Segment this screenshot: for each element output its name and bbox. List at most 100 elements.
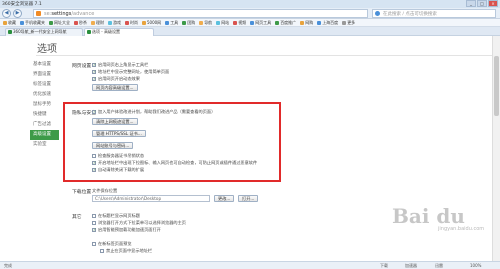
sidebar-item-optimize[interactable]: 优化加速 bbox=[30, 90, 59, 100]
checkbox-web-toolbar[interactable]: ✓ 启用网页右上角显示工具栏 bbox=[92, 62, 148, 68]
search-placeholder: 在此搜索 / 点击可切换搜索 bbox=[383, 12, 437, 17]
bookmark-item[interactable]: 更多 bbox=[342, 20, 355, 26]
web-content-advanced-button[interactable]: 网页内容高级设置... bbox=[92, 84, 138, 91]
bookmark-item[interactable]: 网站 bbox=[216, 20, 229, 26]
status-bar: 完成 下载 加速器 迅雷 100% bbox=[0, 261, 500, 269]
status-download[interactable]: 下载 bbox=[380, 263, 388, 269]
bookmark-item[interactable]: 百度推广 bbox=[275, 20, 296, 26]
status-text: 完成 bbox=[4, 263, 12, 268]
address-text: se:settings/advance bbox=[44, 11, 95, 17]
bookmark-icon bbox=[250, 20, 255, 25]
sidebar-item-tabs[interactable]: 标签设置 bbox=[30, 80, 59, 90]
close-button[interactable]: × bbox=[488, 0, 498, 7]
bookmark-item[interactable]: 游戏 bbox=[108, 20, 121, 26]
bookmark-item[interactable]: 网页工具 bbox=[250, 20, 271, 26]
bookmark-item[interactable]: 工具 bbox=[165, 20, 178, 26]
status-accelerator[interactable]: 加速器 bbox=[405, 263, 417, 269]
checkbox-icon bbox=[92, 214, 96, 218]
title-bar: 360安全浏览器 7.1 _ □ × bbox=[0, 0, 500, 8]
bookmark-item[interactable]: 视频 bbox=[233, 20, 246, 26]
bookmark-item[interactable]: 网购 bbox=[300, 20, 313, 26]
change-path-button[interactable]: 更改... bbox=[214, 195, 235, 202]
tab-navigation[interactable]: 360导航_新一代安全上网导航 bbox=[5, 28, 83, 36]
baidu-watermark: Bai du bbox=[392, 204, 465, 228]
bookmark-icon bbox=[233, 20, 238, 25]
checkbox-icon: ✓ bbox=[92, 62, 97, 67]
page-title: 选项 bbox=[37, 44, 57, 55]
bookmark-item[interactable]: 团购 bbox=[182, 20, 195, 26]
bookmark-icon bbox=[91, 20, 95, 25]
bookmark-item[interactable]: 收藏 bbox=[3, 20, 16, 26]
checkbox-icon: ✓ bbox=[92, 227, 97, 232]
bookmark-icon bbox=[317, 20, 322, 25]
maximize-button[interactable]: □ bbox=[477, 0, 487, 7]
bookmark-item[interactable]: 时尚 bbox=[125, 20, 138, 26]
status-thunder[interactable]: 迅雷 bbox=[435, 263, 443, 269]
sidebar-item-basic[interactable]: 基本设置 bbox=[30, 60, 59, 70]
checkbox-icon: ✓ bbox=[92, 76, 97, 81]
sidebar-item-ad-filter[interactable]: 广告过滤 bbox=[30, 120, 59, 130]
bookmark-icon bbox=[20, 20, 24, 25]
bookmark-item[interactable]: 上海百度 bbox=[317, 20, 338, 26]
tab-favicon-icon bbox=[87, 30, 91, 34]
bookmark-icon bbox=[199, 20, 204, 25]
bookmark-item[interactable]: 导航 bbox=[199, 20, 212, 26]
open-path-button[interactable]: 打开... bbox=[238, 195, 259, 202]
sidebar-item-mouse-gestures[interactable]: 鼠标手势 bbox=[30, 100, 59, 110]
checkbox-tab-preview[interactable]: 在新标签页面预览 bbox=[92, 241, 132, 247]
bookmark-icon bbox=[125, 20, 129, 25]
tab-settings[interactable]: 选项 - 高级设置 bbox=[84, 28, 154, 36]
address-bar[interactable]: se:settings/advance bbox=[33, 9, 368, 18]
tab-bar: 360导航_新一代安全上网导航 选项 - 高级设置 bbox=[0, 27, 500, 36]
checkbox-web-animation[interactable]: ✓ 启用网页开启动态效果 bbox=[92, 76, 140, 82]
sidebar-item-advanced[interactable]: 高级设置 bbox=[30, 130, 59, 140]
tab-favicon-icon bbox=[8, 30, 12, 34]
bookmark-icon bbox=[182, 20, 187, 25]
checkbox-preload[interactable]: ✓ 启用智能预加载功能加速页面打开 bbox=[92, 227, 161, 233]
forward-button[interactable]: ▶ bbox=[13, 9, 22, 18]
checkbox-icon bbox=[100, 249, 104, 253]
checkbox-title-bar[interactable]: 在标题栏显示网页标题 bbox=[92, 213, 140, 219]
bookmark-icon bbox=[49, 20, 53, 25]
bookmark-item[interactable]: 秒杀 bbox=[74, 20, 87, 26]
section-label-web: 网页设置 bbox=[72, 64, 92, 69]
download-path-label: 文件保存位置 bbox=[92, 188, 118, 193]
bookmark-icon bbox=[74, 20, 78, 25]
checkbox-homepage-dropdown[interactable]: 浏览器打开方式下拉菜单可以选择浏览器的主页 bbox=[92, 220, 186, 226]
bookmarks-bar: 收藏 手机收藏夹 网址大全 秒杀 理财 游戏 时尚 5000网 工具 团购 导航 网站 视频 网页工具 百度… bbox=[0, 19, 500, 27]
bookmark-icon bbox=[300, 20, 305, 25]
back-arrow-icon: ◀ bbox=[4, 10, 9, 16]
bookmark-item[interactable]: 网址大全 bbox=[49, 20, 70, 26]
sidebar-item-interface[interactable]: 界面设置 bbox=[30, 70, 59, 80]
vertical-scrollbar[interactable] bbox=[492, 36, 500, 261]
checkbox-icon bbox=[92, 242, 96, 246]
search-box[interactable]: 在此搜索 / 点击可切换搜索 bbox=[372, 9, 496, 18]
minimize-button[interactable]: _ bbox=[466, 0, 476, 7]
forward-arrow-icon: ▶ bbox=[15, 10, 20, 16]
baidu-watermark-url: jingyan.baidu.com bbox=[438, 226, 485, 232]
sidebar-item-lab[interactable]: 实验室 bbox=[30, 140, 59, 150]
settings-sidebar: 基本设置 界面设置 标签设置 优化加速 鼠标手势 快捷键 广告过滤 高级设置 实… bbox=[30, 60, 59, 150]
zoom-level[interactable]: 100% bbox=[470, 263, 481, 268]
checkbox-web-fullurl[interactable]: ✓ 地址栏中显示完整网址，使用简单页面 bbox=[92, 69, 169, 75]
bookmark-icon bbox=[342, 20, 347, 25]
bookmark-item[interactable]: 理财 bbox=[91, 20, 104, 26]
bookmark-icon bbox=[3, 20, 7, 25]
search-engine-icon bbox=[375, 11, 380, 16]
bookmark-item[interactable]: 5000网 bbox=[142, 20, 161, 26]
window-controls: _ □ × bbox=[466, 0, 498, 7]
bookmark-item[interactable]: 手机收藏夹 bbox=[20, 20, 45, 26]
scrollbar-thumb[interactable] bbox=[494, 56, 499, 116]
download-path-field[interactable]: C:\Users\Administrator\Desktop bbox=[92, 195, 210, 202]
bookmark-icon bbox=[165, 20, 170, 25]
back-button[interactable]: ◀ bbox=[2, 9, 11, 18]
window-title: 360安全浏览器 7.1 bbox=[2, 2, 42, 7]
section-label-other: 其它 bbox=[72, 215, 82, 220]
site-icon bbox=[36, 11, 41, 16]
checkbox-icon: ✓ bbox=[92, 69, 97, 74]
bookmark-icon bbox=[142, 20, 146, 25]
navigation-bar: ◀ ▶ se:settings/advance 在此搜索 / 点击可切换搜索 bbox=[0, 8, 500, 19]
checkbox-hide-addressbar[interactable]: 禁止在页面中显示地址栏 bbox=[100, 248, 152, 254]
highlight-box bbox=[63, 102, 281, 182]
sidebar-item-shortcuts[interactable]: 快捷键 bbox=[30, 110, 59, 120]
